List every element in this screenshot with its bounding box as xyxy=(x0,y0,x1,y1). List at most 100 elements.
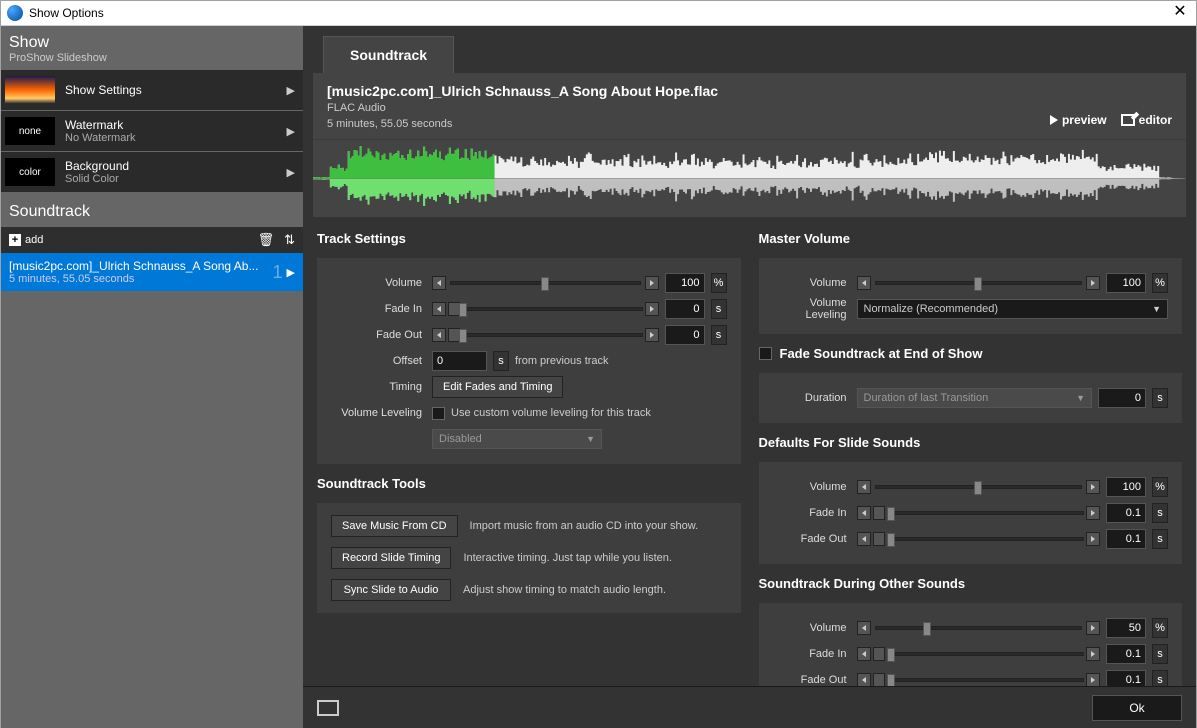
split-toggle[interactable] xyxy=(873,673,885,686)
slider-inc[interactable] xyxy=(1086,673,1100,686)
slider-inc[interactable] xyxy=(1086,647,1100,661)
do-volume-input[interactable] xyxy=(1106,618,1146,638)
ds-volume-input[interactable] xyxy=(1106,477,1146,497)
slider-inc[interactable] xyxy=(1086,480,1100,494)
slider-dec[interactable] xyxy=(432,328,446,342)
split-toggle[interactable] xyxy=(873,532,885,546)
unit-s: s xyxy=(1152,388,1168,408)
sidebar-toolbar: + add 🗑 ⇅ xyxy=(1,227,303,253)
slider-inc[interactable] xyxy=(645,328,659,342)
duration-label: Duration xyxy=(773,392,851,404)
slider-dec[interactable] xyxy=(432,276,446,290)
ds-fadein-slider[interactable] xyxy=(887,511,1085,515)
sync-slide-button[interactable]: Sync Slide to Audio xyxy=(331,579,451,601)
master-volume-input[interactable] xyxy=(1106,273,1146,293)
screen-icon[interactable] xyxy=(317,700,339,716)
do-fadein-label: Fade In xyxy=(773,648,851,660)
waveform[interactable] xyxy=(313,139,1186,217)
duration-input[interactable] xyxy=(1098,388,1146,408)
timing-label: Timing xyxy=(331,381,426,393)
slider-dec[interactable] xyxy=(857,506,871,520)
leveling-select[interactable]: Disabled ▼ xyxy=(432,429,602,449)
editor-button[interactable]: editor xyxy=(1121,113,1172,127)
duration-select[interactable]: Duration of last Transition ▼ xyxy=(857,388,1093,408)
ok-button[interactable]: Ok xyxy=(1092,695,1182,721)
slider-inc[interactable] xyxy=(1086,532,1100,546)
fadein-label: Fade In xyxy=(331,303,426,315)
slider-inc[interactable] xyxy=(1086,506,1100,520)
content: Soundtrack [music2pc.com]_Ulrich Schnaus… xyxy=(303,26,1196,728)
slider-dec[interactable] xyxy=(857,647,871,661)
slider-dec[interactable] xyxy=(857,673,871,686)
split-toggle[interactable] xyxy=(873,506,885,520)
volume-slider[interactable] xyxy=(450,281,641,285)
save-music-button[interactable]: Save Music From CD xyxy=(331,515,458,537)
do-volume-label: Volume xyxy=(773,622,851,634)
do-fadeout-slider[interactable] xyxy=(887,678,1085,682)
fadein-slider[interactable] xyxy=(462,307,643,311)
do-fadein-input[interactable] xyxy=(1106,644,1146,664)
sidebar-label: Background xyxy=(65,159,287,173)
leveling-check-label: Use custom volume leveling for this trac… xyxy=(451,407,651,419)
split-toggle[interactable] xyxy=(873,647,885,661)
sidebar-sublabel: No Watermark xyxy=(65,132,287,144)
sidebar-item-show-settings[interactable]: Show Settings ▶ xyxy=(1,70,303,110)
master-leveling-select[interactable]: Normalize (Recommended) ▼ xyxy=(857,299,1169,319)
sort-icon[interactable]: ⇅ xyxy=(284,232,295,248)
thumb-none: none xyxy=(5,117,55,145)
slider-inc[interactable] xyxy=(1086,276,1100,290)
slider-dec[interactable] xyxy=(857,276,871,290)
during-other-title: Soundtrack During Other Sounds xyxy=(759,572,1183,595)
master-volume-slider[interactable] xyxy=(875,281,1083,285)
duration-select-value: Duration of last Transition xyxy=(864,392,989,404)
slider-dec[interactable] xyxy=(857,532,871,546)
window-title: Show Options xyxy=(29,6,1170,20)
do-fadeout-input[interactable] xyxy=(1106,670,1146,686)
sidebar-item-background[interactable]: color Background Solid Color ▶ xyxy=(1,152,303,192)
ds-fadeout-slider[interactable] xyxy=(887,537,1085,541)
trash-icon[interactable]: 🗑 xyxy=(258,232,275,248)
volume-input[interactable] xyxy=(665,273,705,293)
play-icon xyxy=(1050,115,1058,125)
fadeout-input[interactable] xyxy=(665,325,705,345)
edit-fades-button[interactable]: Edit Fades and Timing xyxy=(432,376,563,398)
master-leveling-label: Volume Leveling xyxy=(773,297,851,321)
do-fadein-slider[interactable] xyxy=(887,652,1085,656)
add-button[interactable]: + add xyxy=(9,234,43,246)
sidebar-item-watermark[interactable]: none Watermark No Watermark ▶ xyxy=(1,111,303,151)
track-number: 1 xyxy=(273,262,283,283)
unit-s: s xyxy=(711,299,727,319)
chevron-down-icon: ▼ xyxy=(1076,393,1085,403)
slider-dec[interactable] xyxy=(432,302,446,316)
fadein-input[interactable] xyxy=(665,299,705,319)
slider-dec[interactable] xyxy=(857,480,871,494)
fadeout-label: Fade Out xyxy=(331,329,426,341)
record-timing-button[interactable]: Record Slide Timing xyxy=(331,547,451,569)
master-volume-label: Volume xyxy=(773,277,851,289)
fade-end-title: Fade Soundtrack at End of Show xyxy=(780,346,983,361)
ds-fadein-input[interactable] xyxy=(1106,503,1146,523)
sync-slide-hint: Adjust show timing to match audio length… xyxy=(463,584,666,596)
ds-fadeout-input[interactable] xyxy=(1106,529,1146,549)
offset-hint: from previous track xyxy=(515,355,609,367)
slider-inc[interactable] xyxy=(645,302,659,316)
track-duration: 5 minutes, 55.05 seconds xyxy=(9,273,267,285)
slider-inc[interactable] xyxy=(645,276,659,290)
sidebar-subtitle: ProShow Slideshow xyxy=(9,52,295,64)
slider-dec[interactable] xyxy=(857,621,871,635)
fade-end-checkbox[interactable] xyxy=(759,347,772,360)
preview-button[interactable]: preview xyxy=(1050,113,1107,127)
close-icon[interactable]: ✕ xyxy=(1170,3,1190,23)
soundtrack-item[interactable]: [music2pc.com]_Ulrich Schnauss_A Song Ab… xyxy=(1,253,303,291)
volume-label: Volume xyxy=(331,277,426,289)
slider-inc[interactable] xyxy=(1086,621,1100,635)
do-volume-slider[interactable] xyxy=(875,626,1083,630)
chevron-right-icon: ▶ xyxy=(287,84,295,97)
editor-icon xyxy=(1121,114,1135,126)
fadeout-slider[interactable] xyxy=(462,333,643,337)
leveling-checkbox[interactable] xyxy=(432,407,445,420)
ds-volume-slider[interactable] xyxy=(875,485,1083,489)
tools-title: Soundtrack Tools xyxy=(317,472,741,495)
offset-input[interactable] xyxy=(432,351,487,371)
tab-soundtrack[interactable]: Soundtrack xyxy=(323,36,454,73)
